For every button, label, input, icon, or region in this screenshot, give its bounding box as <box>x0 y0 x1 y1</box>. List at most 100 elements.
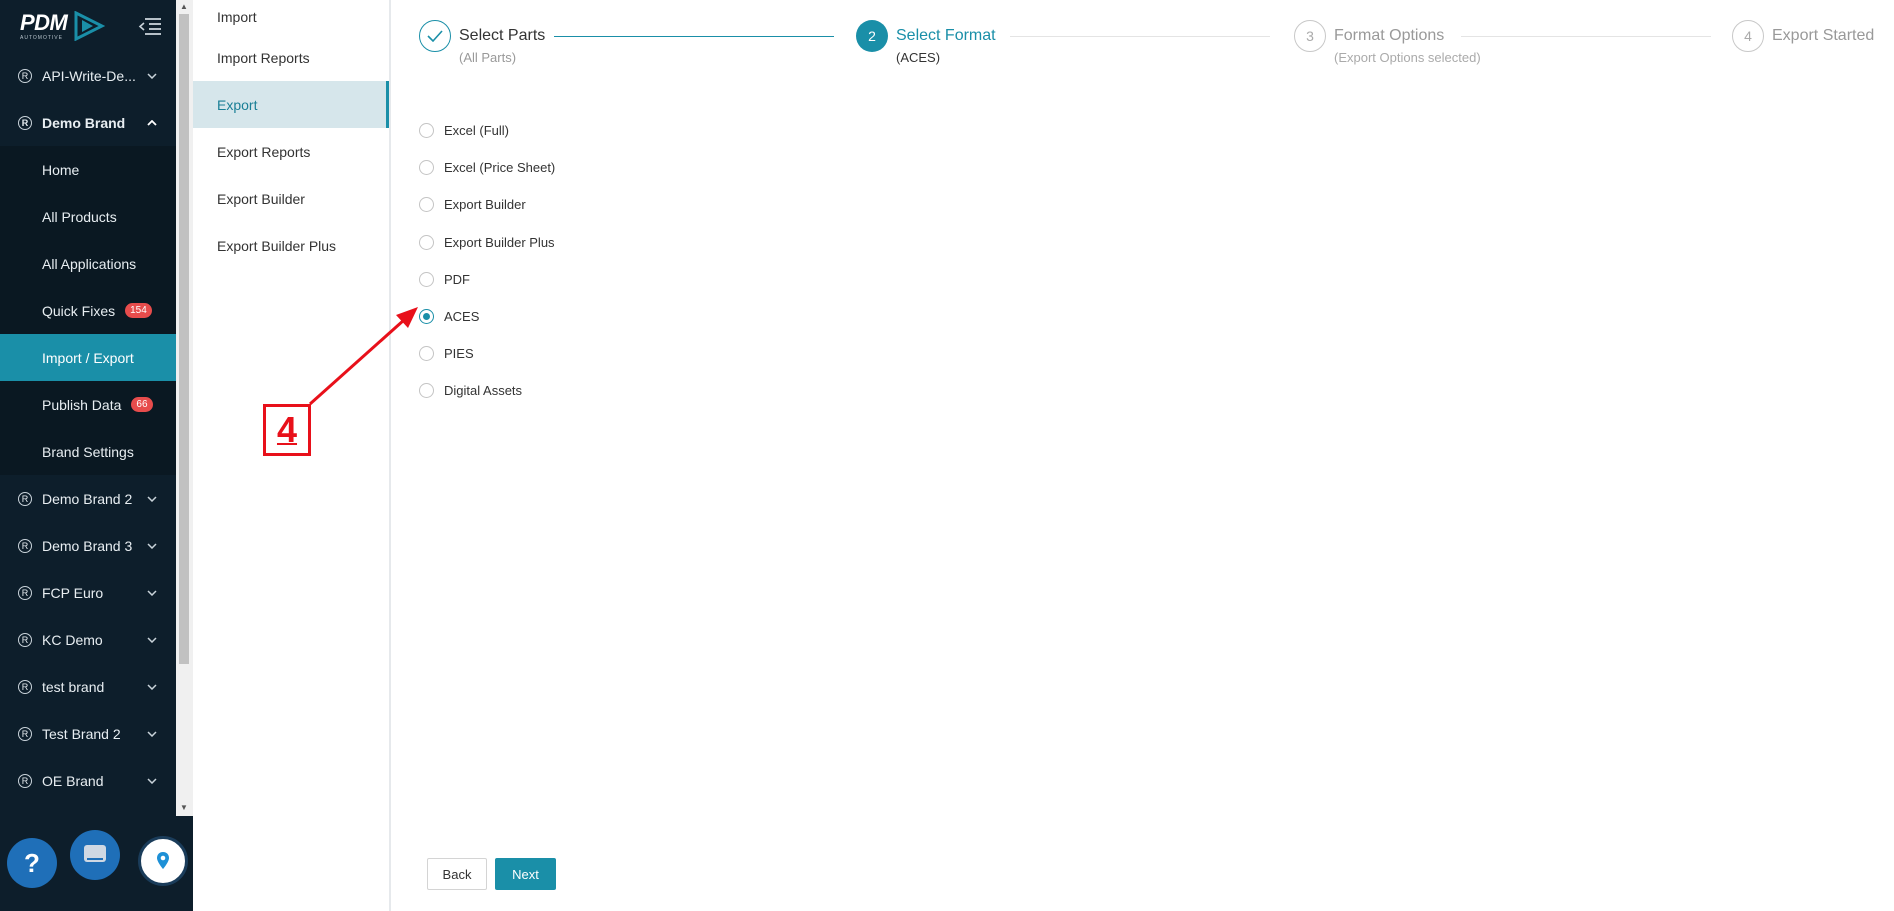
registered-icon: R <box>18 491 32 506</box>
sidebar-brand-label: FCP Euro <box>42 584 104 601</box>
logo-text: PDM <box>20 9 68 35</box>
quick-fixes-badge: 154 <box>125 303 152 318</box>
registered-icon: R <box>18 538 32 553</box>
format-option-export-builder[interactable]: Export Builder <box>419 186 555 223</box>
step-format-options[interactable]: 3 Format Options (Export Options selecte… <box>1294 20 1481 64</box>
logo-row: PDM AUTOMOTIVE <box>0 0 176 52</box>
help-button[interactable]: ? <box>7 838 57 888</box>
chat-button[interactable] <box>70 830 120 880</box>
sidebar-brand-demo-brand[interactable]: R Demo Brand <box>0 99 176 146</box>
sidebar-item-label: All Products <box>42 208 117 225</box>
step-title: Select Format <box>896 27 996 44</box>
back-button[interactable]: Back <box>427 858 487 890</box>
radio-button[interactable] <box>419 346 434 362</box>
sidebar-item-label: Publish Data <box>42 396 122 413</box>
step-select-format[interactable]: 2 Select Format (ACES) <box>856 20 996 64</box>
chevron-down-icon <box>146 728 158 740</box>
step-number-circle: 2 <box>856 20 888 52</box>
step-number-circle: 3 <box>1294 20 1326 52</box>
submenu-item-label: Export Builder <box>217 190 305 207</box>
sidebar-item-all-applications[interactable]: All Applications <box>0 240 176 287</box>
step-select-parts[interactable]: Select Parts (All Parts) <box>419 20 545 64</box>
format-option-pdf[interactable]: PDF <box>419 261 555 298</box>
registered-icon: R <box>18 115 32 130</box>
format-option-label: PIES <box>444 346 474 362</box>
sidebar-brand-api-write[interactable]: R API-Write-De... <box>0 52 176 99</box>
sidebar-item-publish-data[interactable]: Publish Data 66 <box>0 381 176 428</box>
format-option-label: Export Builder <box>444 197 526 213</box>
chevron-down-icon <box>146 540 158 552</box>
format-option-excel-price-sheet[interactable]: Excel (Price Sheet) <box>419 149 555 186</box>
chevron-down-icon <box>146 587 158 599</box>
sidebar-item-home[interactable]: Home <box>0 146 176 193</box>
sidebar-brand-fcp-euro[interactable]: R FCP Euro <box>0 569 176 616</box>
sidebar-item-label: Home <box>42 161 80 178</box>
submenu-item-export-reports[interactable]: Export Reports <box>193 128 389 175</box>
registered-icon: R <box>18 726 32 741</box>
collapse-menu-icon[interactable] <box>138 16 162 36</box>
format-option-label: PDF <box>444 271 470 287</box>
format-option-label: Excel (Price Sheet) <box>444 160 556 176</box>
registered-icon: R <box>18 773 32 788</box>
map-pin-icon <box>157 852 169 869</box>
sidebar-brand-demo-brand-2[interactable]: R Demo Brand 2 <box>0 475 176 522</box>
radio-button[interactable] <box>419 234 434 250</box>
radio-button-selected[interactable] <box>419 309 434 325</box>
submenu-item-export-builder-plus[interactable]: Export Builder Plus <box>193 222 389 269</box>
submenu-item-import[interactable]: Import <box>193 0 389 34</box>
sidebar-brand-demo-brand-3[interactable]: R Demo Brand 3 <box>0 522 176 569</box>
sidebar-item-all-products[interactable]: All Products <box>0 193 176 240</box>
format-option-pies[interactable]: PIES <box>419 335 555 372</box>
location-button[interactable] <box>138 836 188 886</box>
sidebar-scrollbar-thumb[interactable] <box>179 14 189 664</box>
step-subtitle: (ACES) <box>896 50 941 65</box>
chevron-down-icon <box>146 634 158 646</box>
submenu-item-export-builder[interactable]: Export Builder <box>193 175 389 222</box>
logo-play-icon <box>74 11 106 41</box>
format-option-digital-assets[interactable]: Digital Assets <box>419 372 555 409</box>
format-option-aces[interactable]: ACES <box>419 298 555 335</box>
step-title: Format Options <box>1334 27 1445 44</box>
scroll-down-arrow-icon[interactable]: ▼ <box>180 803 188 812</box>
sidebar-brand-kc-demo[interactable]: R KC Demo <box>0 616 176 663</box>
sidebar-item-quick-fixes[interactable]: Quick Fixes 154 <box>0 287 176 334</box>
step-number-circle: 4 <box>1732 20 1764 52</box>
sidebar-brand-label: Test Brand 2 <box>42 725 121 742</box>
format-option-label: Export Builder Plus <box>444 234 555 250</box>
step-title: Export Started <box>1772 27 1875 44</box>
step-subtitle: (All Parts) <box>459 50 517 65</box>
format-option-export-builder-plus[interactable]: Export Builder Plus <box>419 224 555 261</box>
sidebar-item-label: All Applications <box>42 255 137 272</box>
sidebar-item-import-export[interactable]: Import / Export <box>0 334 176 381</box>
sidebar-brand-label: KC Demo <box>42 631 103 648</box>
next-button[interactable]: Next <box>495 858 556 890</box>
logo[interactable]: PDM AUTOMOTIVE <box>20 9 106 41</box>
scroll-up-arrow-icon[interactable]: ▲ <box>180 2 188 11</box>
radio-button[interactable] <box>419 160 434 176</box>
logo-subtext: AUTOMOTIVE <box>20 34 63 41</box>
sidebar-item-label: Quick Fixes <box>42 302 116 319</box>
submenu-item-label: Export Builder Plus <box>217 237 337 254</box>
sidebar-brand-label: Demo Brand 2 <box>42 490 133 507</box>
radio-button[interactable] <box>419 383 434 399</box>
submenu-item-label: Import <box>217 9 257 25</box>
submenu-item-export[interactable]: Export <box>193 81 389 128</box>
radio-button[interactable] <box>419 123 434 139</box>
chevron-down-icon <box>146 70 158 82</box>
submenu-item-import-reports[interactable]: Import Reports <box>193 34 389 81</box>
step-export-started[interactable]: 4 Export Started <box>1732 20 1874 52</box>
sidebar-item-brand-settings[interactable]: Brand Settings <box>0 428 176 475</box>
radio-button[interactable] <box>419 197 434 213</box>
sidebar-brand-label: Demo Brand <box>42 114 126 131</box>
chevron-up-icon <box>146 117 158 129</box>
sidebar-brand-oe-brand[interactable]: R OE Brand <box>0 757 176 804</box>
format-option-excel-full[interactable]: Excel (Full) <box>419 112 555 149</box>
sidebar-brand-test-brand-2[interactable]: R Test Brand 2 <box>0 710 176 757</box>
step-connector <box>554 36 834 37</box>
chevron-down-icon <box>146 493 158 505</box>
chat-icon <box>84 845 106 862</box>
step-complete-circle <box>419 20 451 52</box>
step-connector <box>1010 36 1270 37</box>
radio-button[interactable] <box>419 271 434 287</box>
sidebar-brand-test-brand[interactable]: R test brand <box>0 663 176 710</box>
